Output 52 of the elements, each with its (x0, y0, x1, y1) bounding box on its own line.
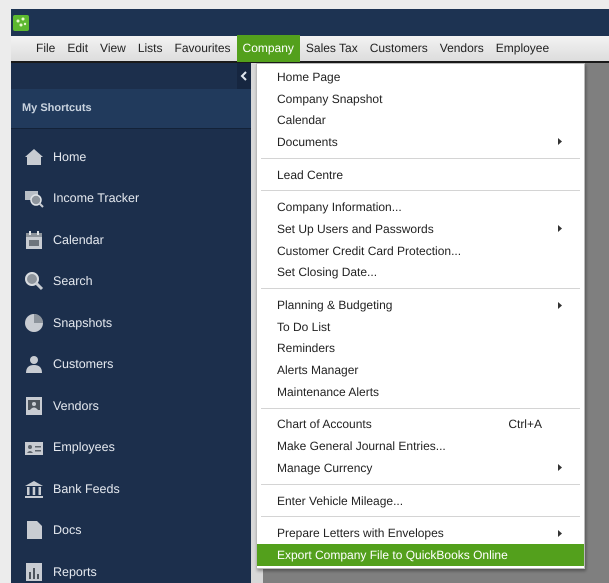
shortcut-item[interactable]: Reports (11, 551, 251, 583)
document-icon (24, 520, 44, 540)
shortcut-item[interactable]: Income Tracker (11, 178, 251, 219)
menu-item[interactable]: Enter Vehicle Mileage... (257, 490, 584, 512)
menu-item[interactable]: Manage Currency (257, 457, 584, 479)
menu-bar-item[interactable]: Favourites (168, 35, 237, 62)
house-icon (24, 146, 44, 167)
menu-item[interactable]: Set Closing Date... (257, 262, 584, 284)
menu-bar-item[interactable]: File (30, 35, 62, 62)
menu-item[interactable]: Company Information... (257, 196, 584, 218)
shortcut-item[interactable]: Customers (11, 344, 251, 385)
menu-item[interactable]: Documents (257, 131, 584, 153)
shortcut-item[interactable]: Employees (11, 426, 251, 468)
menu-item[interactable]: Customer Credit Card Protection... (257, 240, 584, 262)
bank-icon (24, 478, 44, 499)
menu-item[interactable]: Maintenance Alerts (257, 380, 584, 403)
shortcuts-header: My Shortcuts (11, 89, 251, 129)
menu-bar-item[interactable]: Employee (490, 35, 556, 62)
shortcut-item[interactable]: Vendors (11, 385, 251, 426)
menu-item[interactable]: Planning & Budgeting (257, 294, 584, 316)
menu-item[interactable]: Make General Journal Entries... (257, 435, 584, 457)
shortcut-item[interactable]: Bank Feeds (11, 468, 251, 510)
menu-item[interactable]: Reminders (257, 338, 584, 360)
shortcut-item[interactable]: Snapshots (11, 302, 251, 344)
receipt-magnifier-icon (24, 188, 44, 208)
search-icon (24, 271, 44, 292)
menu-item[interactable]: Home Page (257, 66, 584, 88)
menu-bar-item[interactable]: Edit (61, 35, 94, 62)
menu-bar-item[interactable]: Lists (132, 35, 169, 62)
menu-item[interactable]: Lead Centre (257, 164, 584, 186)
menu-bar-item[interactable]: Sales Tax (300, 35, 364, 62)
menu-item[interactable]: Company Snapshot (257, 88, 584, 110)
menu-item[interactable]: Alerts Manager (257, 359, 584, 381)
shortcut-item[interactable]: Search (11, 260, 251, 302)
person-icon (24, 354, 44, 374)
shortcut-item[interactable]: Docs (11, 510, 251, 551)
menu-bar-item[interactable]: Vendors (434, 35, 490, 62)
menu-item[interactable]: To Do List (257, 316, 584, 338)
menu-item[interactable]: Set Up Users and Passwords (257, 218, 584, 240)
menu-bar-item[interactable]: View (94, 35, 132, 62)
menu-item[interactable]: Prepare Letters with Envelopes (257, 522, 584, 544)
shortcut-item[interactable]: Home (11, 136, 251, 178)
menu-item[interactable]: Chart of Accounts Ctrl+A (257, 414, 584, 436)
pie-chart-icon (24, 312, 44, 333)
calendar-icon (24, 230, 44, 250)
menu-bar-item[interactable]: Customers (364, 35, 434, 62)
menu-item[interactable]: Calendar (257, 109, 584, 132)
app-logo-icon (13, 14, 29, 30)
bar-chart-icon (24, 562, 44, 582)
collapse-button[interactable] (237, 63, 251, 89)
chevron-left-icon (240, 71, 248, 81)
shortcut-item[interactable]: Calendar (11, 219, 251, 260)
